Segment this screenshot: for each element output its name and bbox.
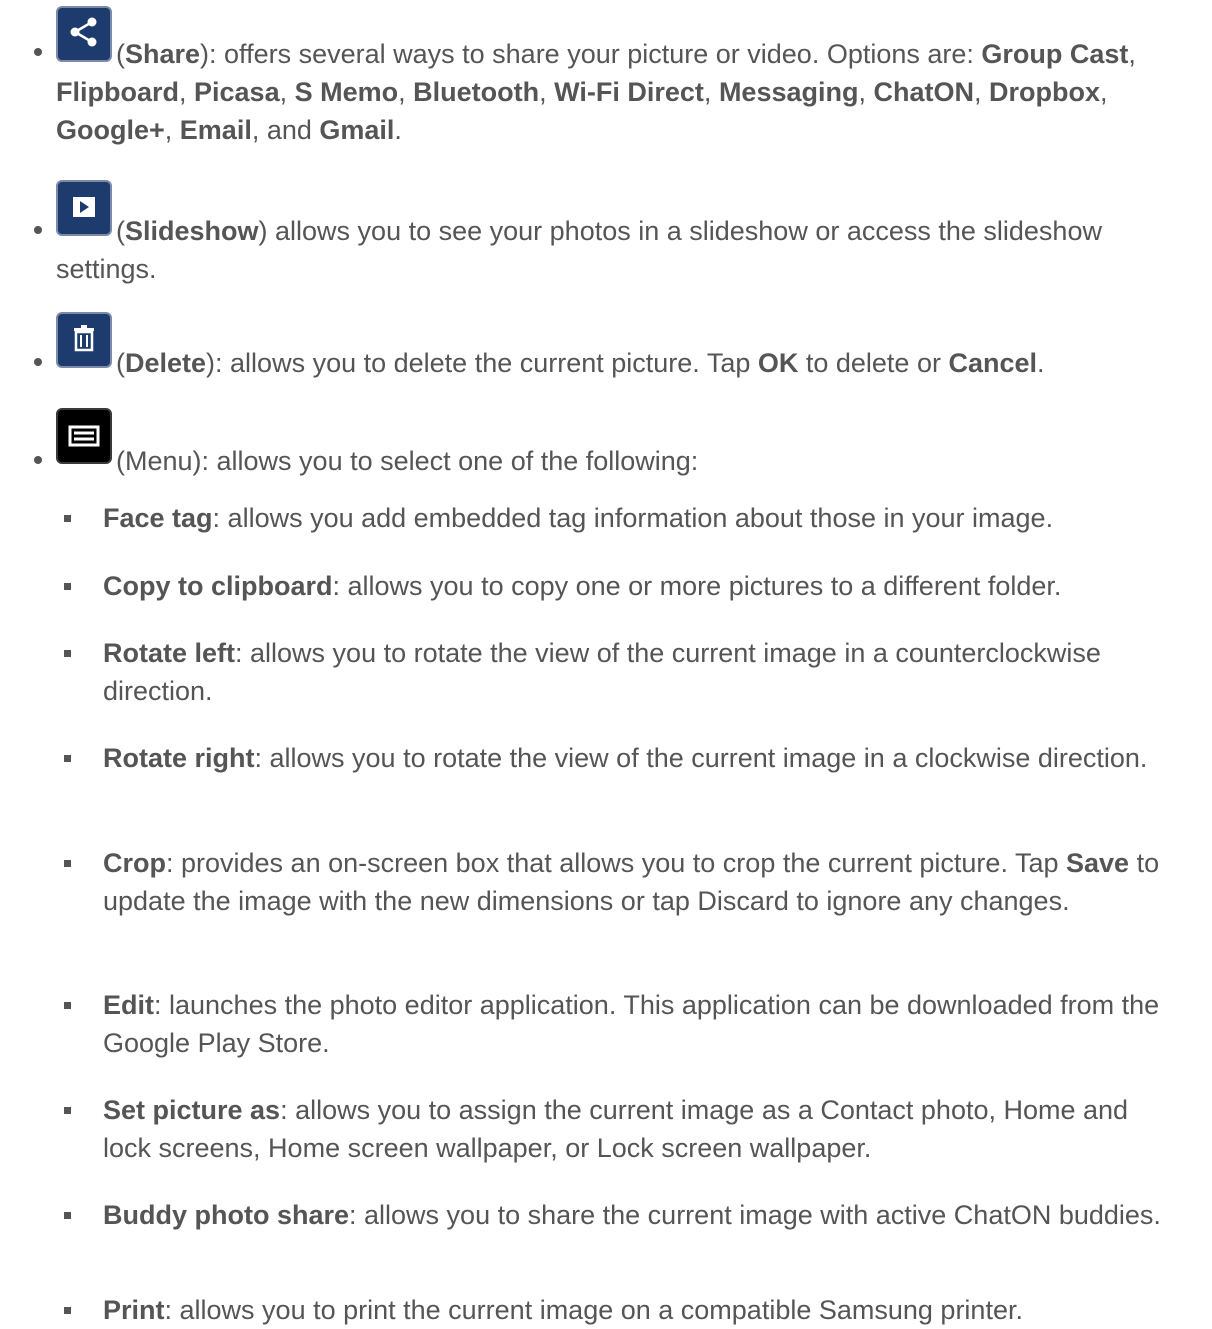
delete-description: (Delete): allows you to delete the curre…	[116, 348, 1045, 378]
menu-item: (Menu): allows you to select one of the …	[0, 406, 1212, 486]
bullet	[34, 456, 42, 464]
slideshow-item: (Slideshow) allows you to see your photo…	[0, 180, 1212, 300]
bullet	[34, 48, 42, 56]
delete-item: (Delete): allows you to delete the curre…	[0, 312, 1212, 392]
square-bullet	[64, 860, 71, 867]
square-bullet	[64, 1212, 71, 1219]
square-bullet	[64, 515, 71, 522]
menu-description: (Menu): allows you to select one of the …	[116, 446, 699, 476]
document-page: (Share): offers several ways to share yo…	[0, 0, 1212, 1329]
slideshow-label: Slideshow	[125, 216, 259, 246]
bullet	[34, 226, 42, 234]
delete-label: Delete	[125, 348, 207, 378]
square-bullet	[64, 1002, 71, 1009]
share-description: (Share): offers several ways to share yo…	[56, 39, 1136, 145]
share-label: Share	[125, 39, 201, 69]
slideshow-description: (Slideshow) allows you to see your photo…	[56, 216, 1102, 284]
bullet	[34, 358, 42, 366]
square-bullet	[64, 755, 71, 762]
square-bullet	[64, 650, 71, 657]
square-bullet	[64, 1307, 71, 1314]
share-item: (Share): offers several ways to share yo…	[0, 0, 1212, 180]
square-bullet	[64, 1107, 71, 1114]
square-bullet	[64, 583, 71, 590]
